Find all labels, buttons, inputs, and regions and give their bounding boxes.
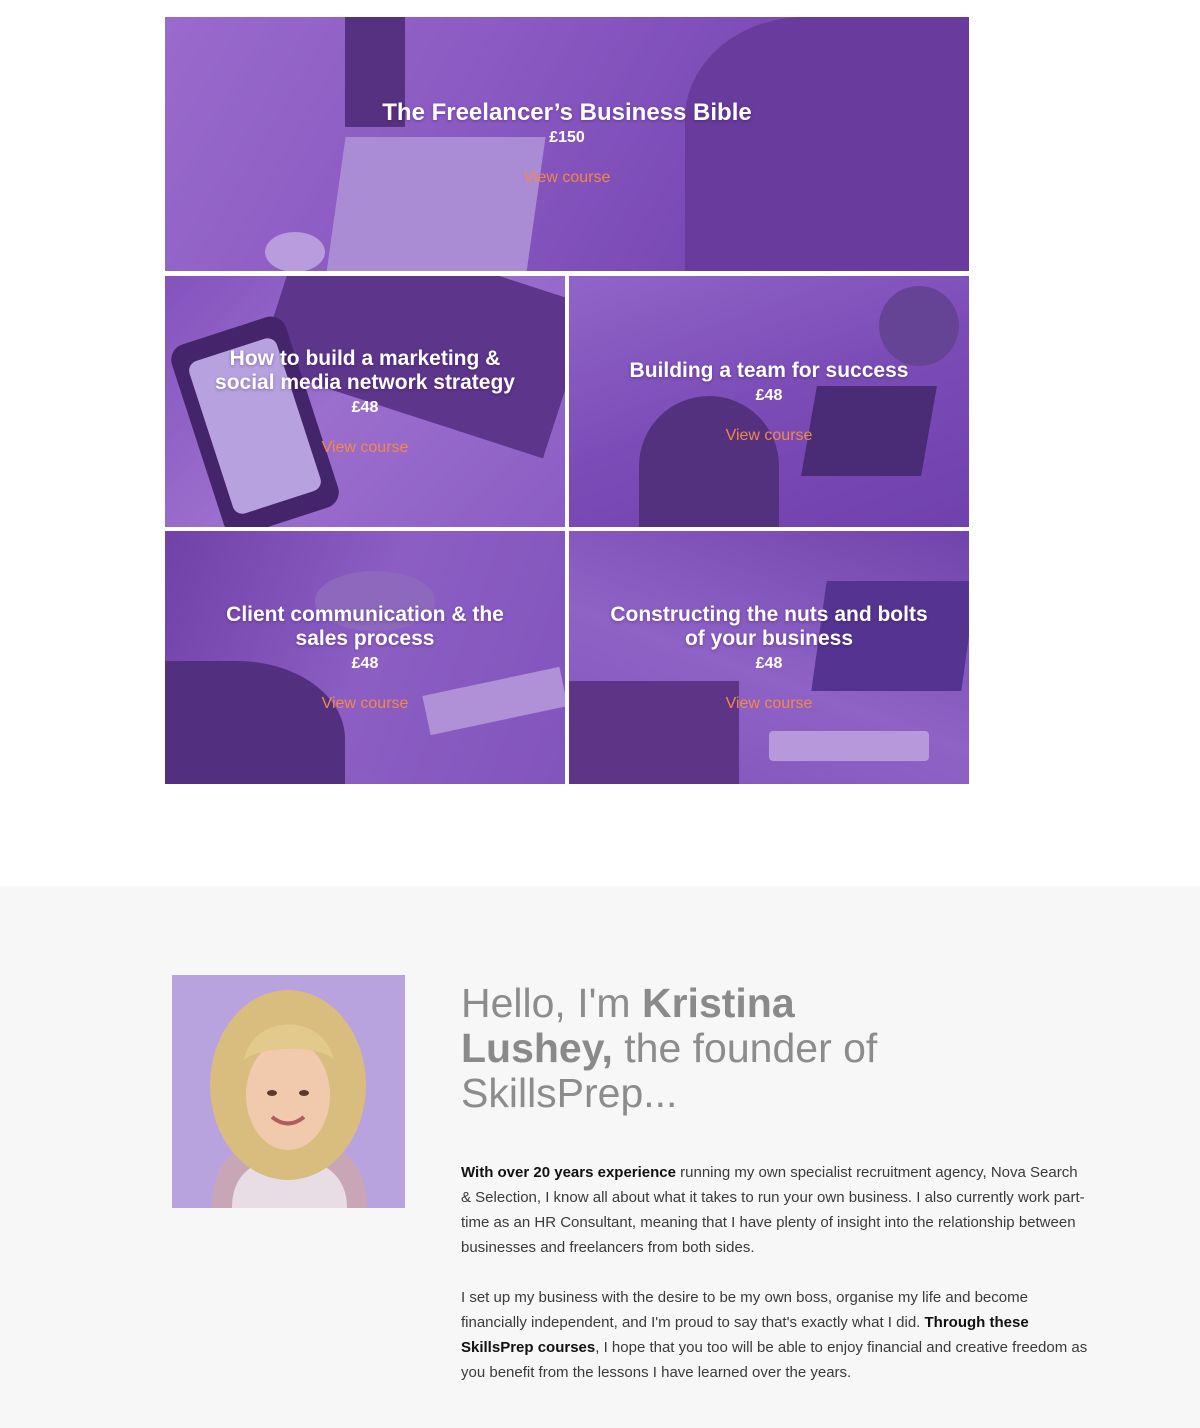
view-course-link[interactable]: View course (726, 695, 813, 713)
course-card-team-success[interactable]: Building a team for success £48 View cou… (569, 276, 969, 527)
course-card-nuts-and-bolts[interactable]: Constructing the nuts and bolts of your … (569, 531, 969, 784)
course-price: £48 (351, 654, 379, 672)
founder-bio-paragraph-1: With over 20 years experience running my… (461, 1164, 1085, 1256)
course-card-freelancers-business-bible[interactable]: The Freelancer’s Business Bible £150 Vie… (165, 17, 969, 271)
course-price: £150 (549, 129, 585, 146)
course-price: £48 (755, 386, 783, 404)
course-card-client-communication[interactable]: Client communication & the sales process… (165, 531, 565, 784)
course-price: £48 (755, 654, 783, 672)
view-course-link[interactable]: View course (726, 427, 813, 445)
view-course-link[interactable]: View course (322, 695, 409, 713)
course-title: How to build a marketing & social media … (215, 346, 515, 394)
course-title: Client communication & the sales process (226, 602, 504, 650)
course-title: Constructing the nuts and bolts of your … (610, 602, 928, 650)
view-course-link[interactable]: View course (322, 439, 409, 457)
course-price: £48 (351, 398, 379, 416)
founder-photo-illustration (172, 975, 405, 1208)
course-title: Building a team for success (629, 358, 909, 382)
course-card-marketing-social-media[interactable]: How to build a marketing & social media … (165, 276, 565, 527)
founder-heading: Hello, I'm Kristina Lushey, the founder … (461, 980, 878, 1116)
view-course-link[interactable]: View course (524, 169, 611, 187)
founder-portrait (172, 975, 405, 1208)
course-title: The Freelancer’s Business Bible (382, 99, 752, 126)
founder-bio-paragraph-2: I set up my business with the desire to … (461, 1289, 1088, 1381)
about-founder-section: Hello, I'm Kristina Lushey, the founder … (0, 886, 1200, 1428)
